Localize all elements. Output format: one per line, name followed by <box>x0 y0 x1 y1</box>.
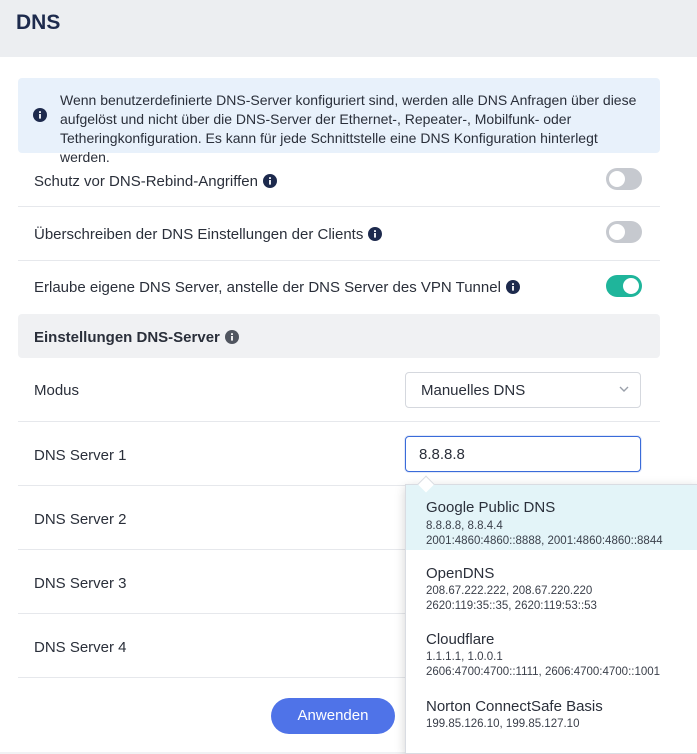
toggle-knob <box>609 171 625 187</box>
apply-button[interactable]: Anwenden <box>271 698 395 734</box>
dns-server-2-label: DNS Server 2 <box>34 511 127 528</box>
option-name: Google Public DNS <box>426 499 556 516</box>
info-box: Wenn benutzerdefinierte DNS-Server konfi… <box>18 78 660 165</box>
option-name: OpenDNS <box>426 565 495 582</box>
dns-option-opendns[interactable]: OpenDNS 208.67.222.222, 208.67.220.220 2… <box>406 553 697 619</box>
info-icon[interactable] <box>368 227 383 241</box>
toggle-label-rebind: Schutz vor DNS-Rebind-Angriffen <box>34 173 258 190</box>
mode-label: Modus <box>34 382 80 399</box>
dns-suggestion-dropdown: Google Public DNS 8.8.8.8, 8.8.4.4 2001:… <box>405 484 697 754</box>
chevron-down-icon <box>619 386 629 392</box>
info-icon[interactable] <box>263 174 277 188</box>
option-ipv6: 2606:4700:4700::1111, 2606:4700:4700::10… <box>426 666 661 678</box>
toggle-label-override: Überschreiben der DNS Einstellungen der … <box>34 226 364 243</box>
info-icon[interactable] <box>224 330 239 344</box>
option-name: Norton ConnectSafe Basis <box>426 698 603 715</box>
toggle-row-rebind: Schutz vor DNS-Rebind-Angriffen <box>18 154 660 207</box>
override-client-dns-toggle[interactable] <box>606 221 642 243</box>
option-ipv4: 8.8.8.8, 8.8.4.4 <box>426 520 503 532</box>
option-ipv6: 2620:119:35::35, 2620:119:53::53 <box>426 600 597 612</box>
mode-select[interactable]: Manuelles DNS <box>405 372 641 408</box>
info-icon[interactable] <box>505 280 520 294</box>
info-icon <box>33 108 47 122</box>
page-header: DNS <box>0 0 697 57</box>
mode-select-value: Manuelles DNS <box>421 382 526 399</box>
section-title-text: Einstellungen DNS-Server <box>34 329 220 346</box>
toggle-row-label: Überschreiben der DNS Einstellungen der … <box>34 226 383 243</box>
option-name: Cloudflare <box>426 631 495 648</box>
dns-option-norton[interactable]: Norton ConnectSafe Basis 199.85.126.10, … <box>406 687 697 753</box>
toggle-knob <box>623 278 639 294</box>
dns-option-google[interactable]: Google Public DNS 8.8.8.8, 8.8.4.4 2001:… <box>406 485 697 550</box>
dns-server-3-label: DNS Server 3 <box>34 575 127 592</box>
section-header: Einstellungen DNS-Server <box>18 314 660 358</box>
option-ipv4: 199.85.126.10, 199.85.127.10 <box>426 718 580 730</box>
dns-option-cloudflare[interactable]: Cloudflare 1.1.1.1, 1.0.0.1 2606:4700:47… <box>406 619 697 685</box>
page-title: DNS <box>16 11 61 34</box>
option-ipv4: 1.1.1.1, 1.0.0.1 <box>426 651 503 663</box>
dns-server-4-label: DNS Server 4 <box>34 639 127 656</box>
rebind-protection-toggle[interactable] <box>606 168 642 190</box>
toggle-row-label: Erlaube eigene DNS Server, anstelle der … <box>34 279 520 296</box>
allow-own-dns-vpn-toggle[interactable] <box>606 275 642 297</box>
toggle-row-vpn: Erlaube eigene DNS Server, anstelle der … <box>18 261 660 313</box>
dns-server-1-input[interactable]: 8.8.8.8 <box>405 436 641 472</box>
toggle-label-vpn: Erlaube eigene DNS Server, anstelle der … <box>34 279 501 296</box>
option-ipv4: 208.67.222.222, 208.67.220.220 <box>426 585 593 597</box>
section-title: Einstellungen DNS-Server <box>34 329 239 346</box>
toggle-row-label: Schutz vor DNS-Rebind-Angriffen <box>34 173 277 190</box>
dns-server-1-label: DNS Server 1 <box>34 447 127 464</box>
option-ipv6: 2001:4860:4860::8888, 2001:4860:4860::88… <box>426 535 663 547</box>
toggle-knob <box>609 224 625 240</box>
dns-server-1-value: 8.8.8.8 <box>419 446 465 463</box>
toggle-row-override: Überschreiben der DNS Einstellungen der … <box>18 207 660 261</box>
